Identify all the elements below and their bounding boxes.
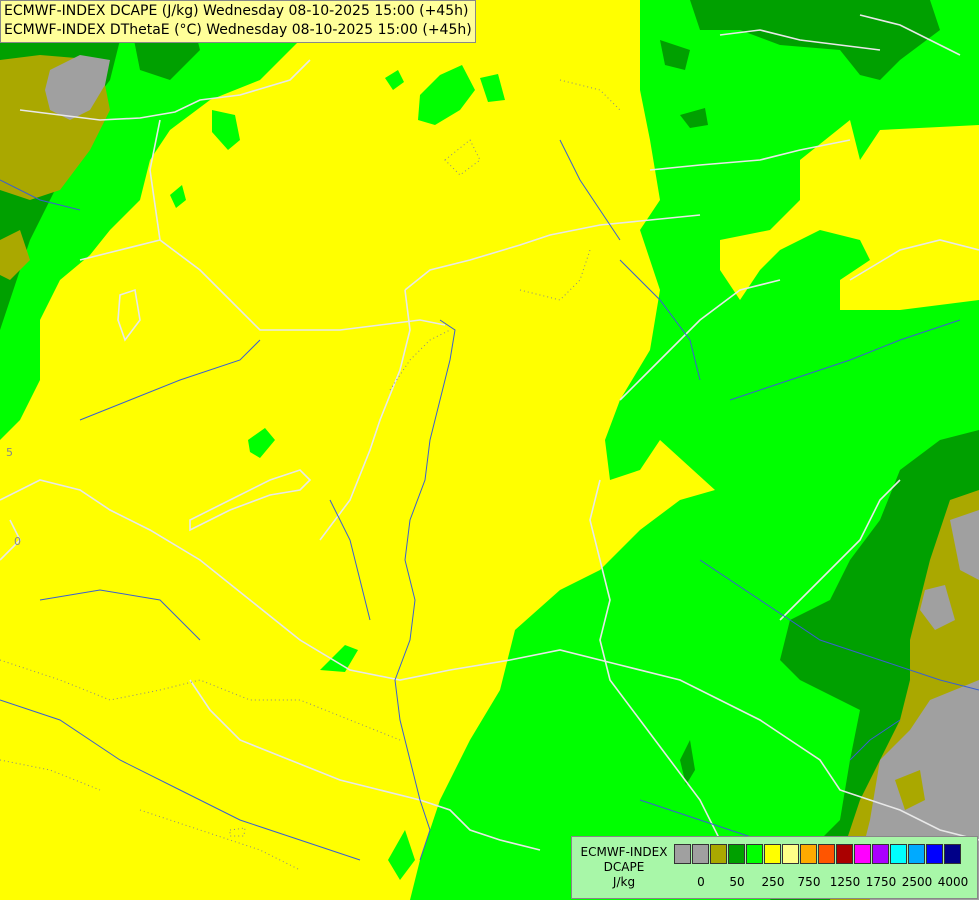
legend-unit: J/kg <box>612 875 636 889</box>
contour-label-0: 0 <box>14 535 21 548</box>
legend-ticks: 0 50 250 750 1250 1750 2500 4000 <box>674 875 974 891</box>
legend-swatch <box>764 844 781 864</box>
legend-swatches <box>674 844 962 864</box>
color-legend: ECMWF-INDEX DCAPE J/kg 0 50 250 750 1250 1750… <box>571 836 978 899</box>
legend-tick-label: 0 <box>697 875 705 889</box>
legend-swatch <box>926 844 943 864</box>
dcape-map: 5 0 <box>0 0 979 900</box>
legend-swatch <box>800 844 817 864</box>
map-title-box: ECMWF-INDEX DCAPE (J/kg) Wednesday 08-10… <box>0 0 476 43</box>
legend-swatch <box>782 844 799 864</box>
legend-swatch <box>908 844 925 864</box>
title-dthetae: ECMWF-INDEX DThetaE (°C) Wednesday 08-10… <box>4 22 472 38</box>
legend-swatch <box>674 844 691 864</box>
legend-swatch <box>872 844 889 864</box>
legend-tick-label: 750 <box>797 875 821 889</box>
legend-swatch <box>890 844 907 864</box>
legend-tick-label: 50 <box>729 875 745 889</box>
legend-swatch <box>728 844 745 864</box>
legend-swatch <box>710 844 727 864</box>
legend-swatch <box>836 844 853 864</box>
legend-swatch <box>818 844 835 864</box>
title-dcape: ECMWF-INDEX DCAPE (J/kg) Wednesday 08-10… <box>4 3 469 19</box>
legend-tick-label: 2500 <box>901 875 933 889</box>
legend-swatch <box>854 844 871 864</box>
legend-swatch <box>692 844 709 864</box>
legend-model: ECMWF-INDEX <box>580 845 668 859</box>
legend-tick-label: 1750 <box>865 875 897 889</box>
legend-tick-label: 4000 <box>937 875 969 889</box>
contour-label-5: 5 <box>6 446 13 459</box>
legend-parameter: DCAPE <box>603 860 645 874</box>
legend-tick-label: 250 <box>761 875 785 889</box>
legend-tick-label: 1250 <box>829 875 861 889</box>
legend-swatch <box>746 844 763 864</box>
legend-swatch <box>944 844 961 864</box>
legend-label: ECMWF-INDEX DCAPE J/kg <box>576 845 672 890</box>
